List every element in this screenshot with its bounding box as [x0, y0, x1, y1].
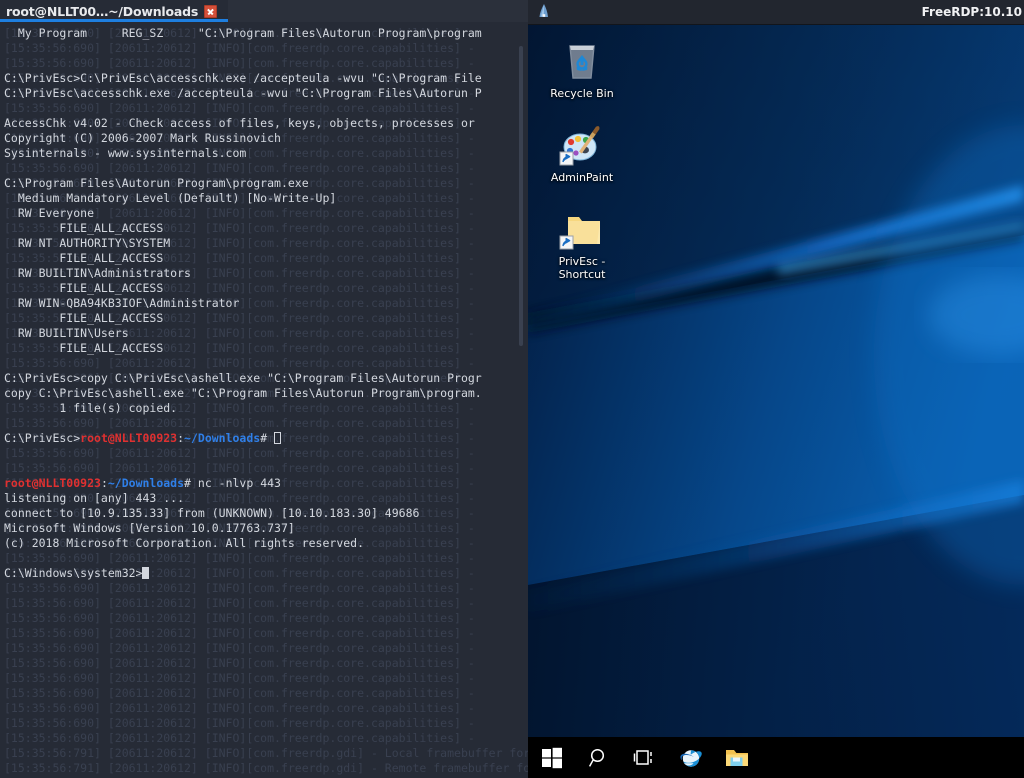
- start-button[interactable]: [528, 737, 576, 778]
- search-button[interactable]: [576, 737, 622, 778]
- terminal-output: My Program REG_SZ "C:\Program Files\Auto…: [4, 26, 482, 580]
- rdp-title-bar[interactable]: FreeRDP:10.10: [528, 0, 1024, 25]
- desktop-icon-label: PrivEsc - Shortcut: [558, 255, 606, 281]
- terminal-tab[interactable]: root@NLLT00…~/Downloads: [0, 0, 228, 22]
- recycle-bin-icon: [536, 36, 628, 84]
- desktop-icon-recycle-bin[interactable]: Recycle Bin: [536, 33, 628, 103]
- task-view-button[interactable]: [622, 737, 668, 778]
- internet-explorer-button[interactable]: [668, 737, 714, 778]
- folder-icon: [726, 749, 748, 766]
- scrollbar-thumb[interactable]: [519, 46, 523, 346]
- windows-desktop[interactable]: Recycle Bin AdminPaint PrivEsc - Shortcu…: [528, 25, 1024, 778]
- vertical-scrollbar[interactable]: [518, 46, 524, 778]
- desktop-icon-list: Recycle Bin AdminPaint PrivEsc - Shortcu…: [528, 25, 638, 298]
- windows-taskbar: [528, 737, 1024, 778]
- freerdp-logo-icon: [539, 4, 548, 17]
- desktop-icon-privesc-shortcut[interactable]: PrivEsc - Shortcut: [536, 201, 628, 284]
- close-icon[interactable]: [204, 4, 218, 18]
- terminal-tab-bar: root@NLLT00…~/Downloads: [0, 0, 528, 22]
- desktop-icon-adminpaint[interactable]: AdminPaint: [536, 117, 628, 187]
- terminal-body[interactable]: [15:35:56:690] [20611:20612] [INFO][com.…: [0, 22, 528, 778]
- folder-icon: [536, 204, 628, 252]
- terminal-tab-title: root@NLLT00…~/Downloads: [6, 3, 199, 19]
- search-icon: [588, 748, 605, 767]
- paint-palette-icon: [536, 120, 628, 168]
- file-explorer-button[interactable]: [714, 737, 760, 778]
- desktop-icon-label: AdminPaint: [550, 171, 614, 184]
- screen-root: root@NLLT00…~/Downloads [15:35:56:690] […: [0, 0, 1024, 778]
- terminal-window: root@NLLT00…~/Downloads [15:35:56:690] […: [0, 0, 528, 778]
- windows-logo-icon: [542, 747, 562, 768]
- rdp-window-title: FreeRDP:10.10: [921, 5, 1022, 19]
- internet-explorer-icon: [680, 749, 702, 767]
- freerdp-window: FreeRDP:10.10 Recycle Bin AdminPaint Pri…: [528, 0, 1024, 778]
- task-view-icon: [633, 749, 652, 765]
- desktop-icon-label: Recycle Bin: [550, 87, 614, 100]
